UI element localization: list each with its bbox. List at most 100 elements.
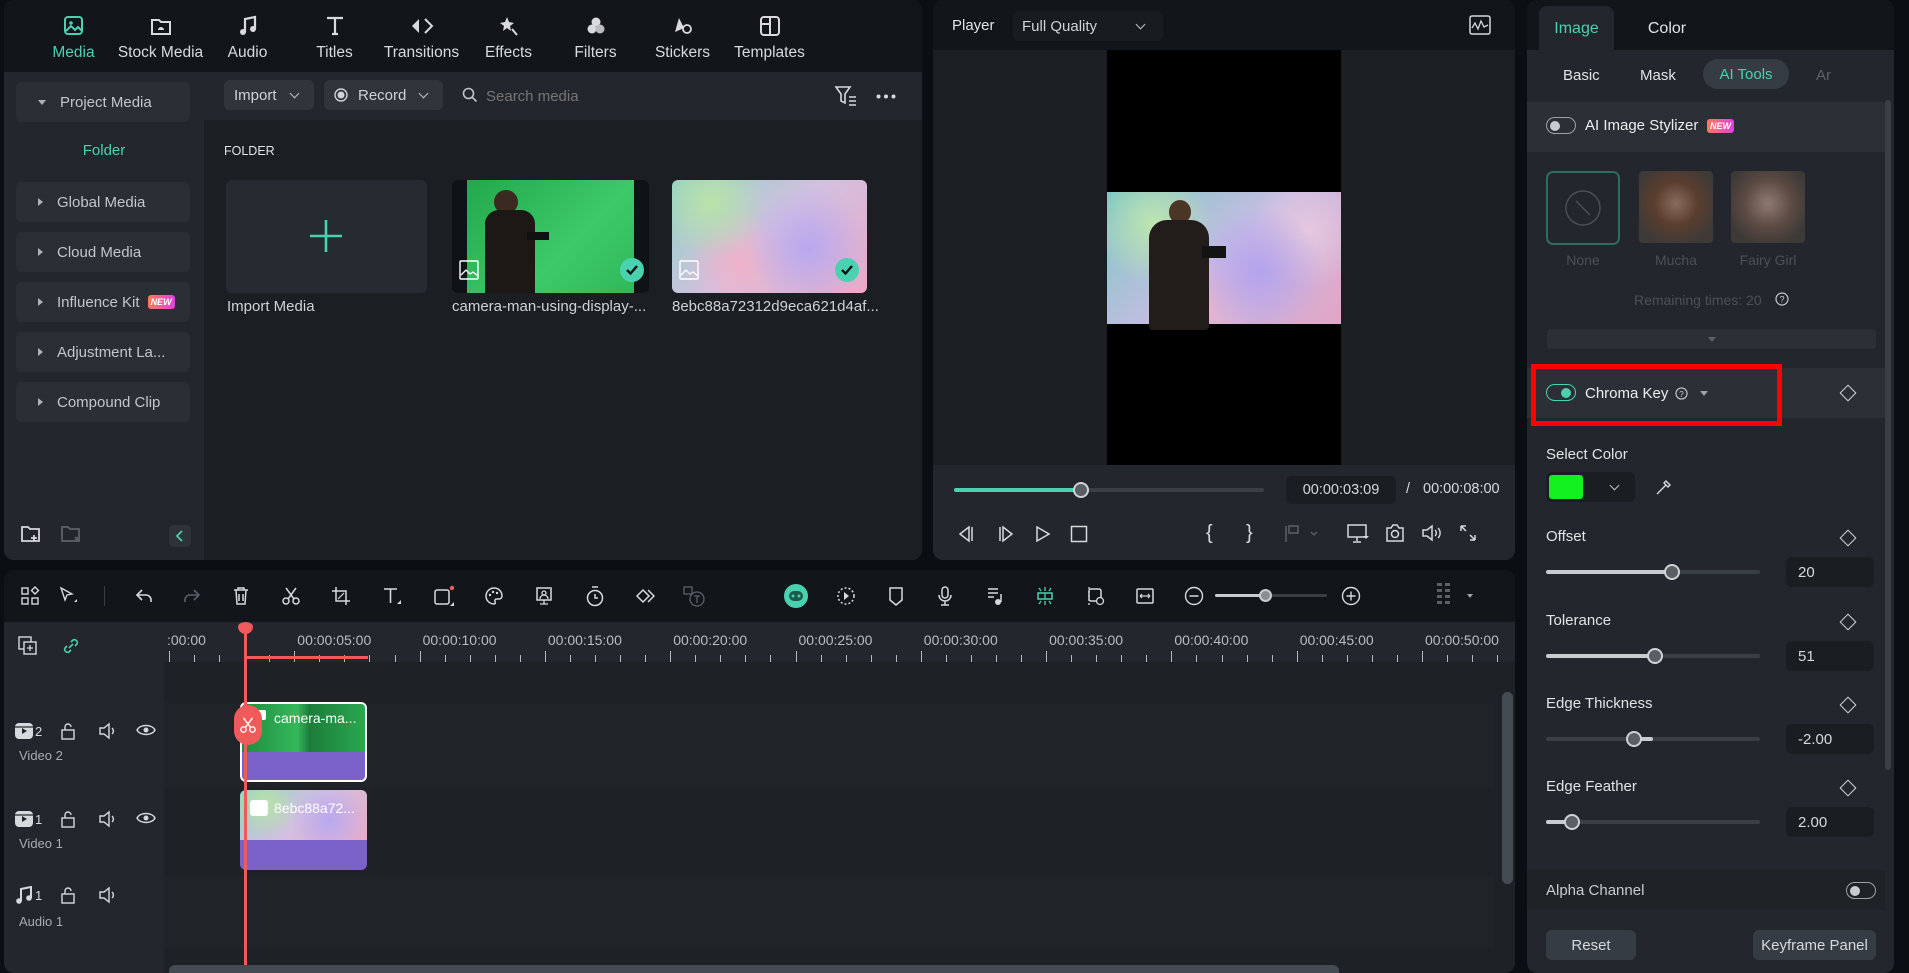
tab-color[interactable]: Color [1632,20,1702,38]
import-button[interactable]: Import [224,80,314,110]
display-settings-icon[interactable] [1347,524,1369,544]
caret-down-icon[interactable] [1467,594,1473,598]
slider-knob[interactable] [1664,564,1681,580]
slider-value-input[interactable]: 51 [1786,641,1874,671]
filter-icon[interactable] [834,85,858,107]
tab-filters[interactable]: Filters [552,0,639,72]
zoom-in-icon[interactable] [1339,584,1363,608]
tab-effects[interactable]: Effects [465,0,552,72]
style-fairy-girl-thumbnail[interactable] [1731,171,1805,243]
layout-icon[interactable] [18,584,42,608]
eyedropper-icon[interactable] [1655,478,1673,496]
audio-list-icon[interactable] [983,584,1007,608]
sidebar-item-influence-kit[interactable]: Influence Kit NEW [16,282,190,322]
current-time[interactable]: 00:00:03:09 [1286,476,1396,504]
eye-icon[interactable] [136,723,156,737]
record-button[interactable]: Record [324,80,443,110]
speed-timer-icon[interactable] [583,584,607,608]
quality-dropdown[interactable]: Full Quality [1013,11,1163,41]
timeline-horizontal-scrollbar[interactable] [169,965,1339,973]
collapse-sidebar-button[interactable] [169,525,191,547]
text-tool-icon[interactable] [380,584,404,608]
add-track-icon[interactable] [18,636,38,656]
slider-knob[interactable] [1647,648,1664,664]
speaker-icon[interactable] [98,722,118,740]
subtab-ai-tools[interactable]: AI Tools [1703,59,1789,89]
previous-frame-icon[interactable] [957,525,975,543]
eye-icon[interactable] [136,811,156,825]
timeline-vertical-scrollbar[interactable] [1502,692,1513,884]
shape-mask-icon[interactable] [432,584,456,608]
speaker-icon[interactable] [98,886,118,904]
alpha-channel-toggle[interactable] [1846,882,1876,899]
play-icon[interactable] [1035,525,1051,543]
keyframe-diamond-icon[interactable] [1839,613,1857,631]
sidebar-item-global-media[interactable]: Global Media [16,182,190,222]
slider-value-input[interactable]: -2.00 [1786,724,1874,754]
tab-stock-media[interactable]: Stock Media [117,0,204,72]
speech-to-text-icon[interactable] [682,584,706,608]
ai-portrait-icon[interactable] [533,584,557,608]
properties-scrollbar[interactable] [1885,100,1891,770]
zoom-out-icon[interactable] [1182,584,1206,608]
tab-image[interactable]: Image [1539,6,1614,52]
slider-value-input[interactable]: 2.00 [1786,807,1874,837]
slider-value-input[interactable]: 20 [1786,557,1874,587]
delete-folder-icon[interactable] [60,524,82,544]
playback-scrubber[interactable] [1073,482,1090,498]
split-scissors-icon[interactable] [279,584,303,608]
tab-templates[interactable]: Templates [726,0,813,72]
more-options-icon[interactable] [876,94,896,99]
insert-clip-icon[interactable] [1284,524,1320,544]
sidebar-item-cloud-media[interactable]: Cloud Media [16,232,190,272]
link-icon[interactable] [61,636,81,656]
select-tool-icon[interactable] [56,584,80,608]
tab-media[interactable]: Media [30,0,117,72]
fullscreen-icon[interactable] [1459,524,1477,542]
style-mucha-thumbnail[interactable] [1639,171,1713,243]
volume-icon[interactable] [1421,524,1443,542]
keyframe-diamond-icon[interactable] [1839,696,1857,714]
media-item-thumbnail[interactable] [672,180,867,293]
ai-copilot-icon[interactable] [781,581,811,611]
undo-icon[interactable] [132,584,156,608]
slider-knob[interactable] [1563,814,1580,830]
grid-view-icon[interactable] [1432,583,1456,608]
sidebar-item-compound-clip[interactable]: Compound Clip [16,382,190,422]
sidebar-folder[interactable]: Folder [4,142,204,159]
delete-icon[interactable] [229,584,253,608]
subtab-basic[interactable]: Basic [1563,67,1600,84]
track-lane-audio-1[interactable] [164,876,1494,948]
timeline-clip-background[interactable]: 8ebc88a72... [240,790,367,870]
fit-timeline-icon[interactable] [1133,584,1157,608]
reset-button[interactable]: Reset [1546,930,1636,960]
media-item-thumbnail[interactable] [452,180,649,293]
speaker-icon[interactable] [98,810,118,828]
marker-icon[interactable] [884,584,908,608]
keyframe-diamond-icon[interactable] [1839,779,1857,797]
tab-transitions[interactable]: Transitions [378,0,465,72]
keyframe-diamond-icon[interactable] [1839,384,1857,402]
zoom-slider-knob[interactable] [1259,589,1273,602]
sidebar-item-project-media[interactable]: Project Media [16,82,190,122]
mark-out-icon[interactable]: } [1246,522,1253,545]
scopes-icon[interactable] [1469,15,1491,35]
new-folder-icon[interactable] [20,524,42,544]
keyframe-tool-icon[interactable] [632,584,656,608]
render-preview-icon[interactable] [1083,584,1107,608]
tab-audio[interactable]: Audio [204,0,291,72]
keyframe-panel-button[interactable]: Keyframe Panel [1753,930,1876,960]
mark-in-icon[interactable]: { [1206,522,1213,545]
tab-stickers[interactable]: Stickers [639,0,726,72]
import-media-tile[interactable] [226,180,427,293]
next-frame-icon[interactable] [997,525,1015,543]
subtab-ar[interactable]: Ar [1816,67,1831,84]
expand-styles-button[interactable] [1547,329,1876,349]
slider-knob[interactable] [1625,731,1642,747]
lock-icon[interactable] [60,722,76,740]
ai-stylizer-toggle[interactable] [1546,117,1576,134]
auto-reframe-icon[interactable] [834,584,858,608]
microphone-icon[interactable] [933,584,957,608]
sidebar-item-adjustment-layer[interactable]: Adjustment La... [16,332,190,372]
search-media-input[interactable] [486,82,786,110]
